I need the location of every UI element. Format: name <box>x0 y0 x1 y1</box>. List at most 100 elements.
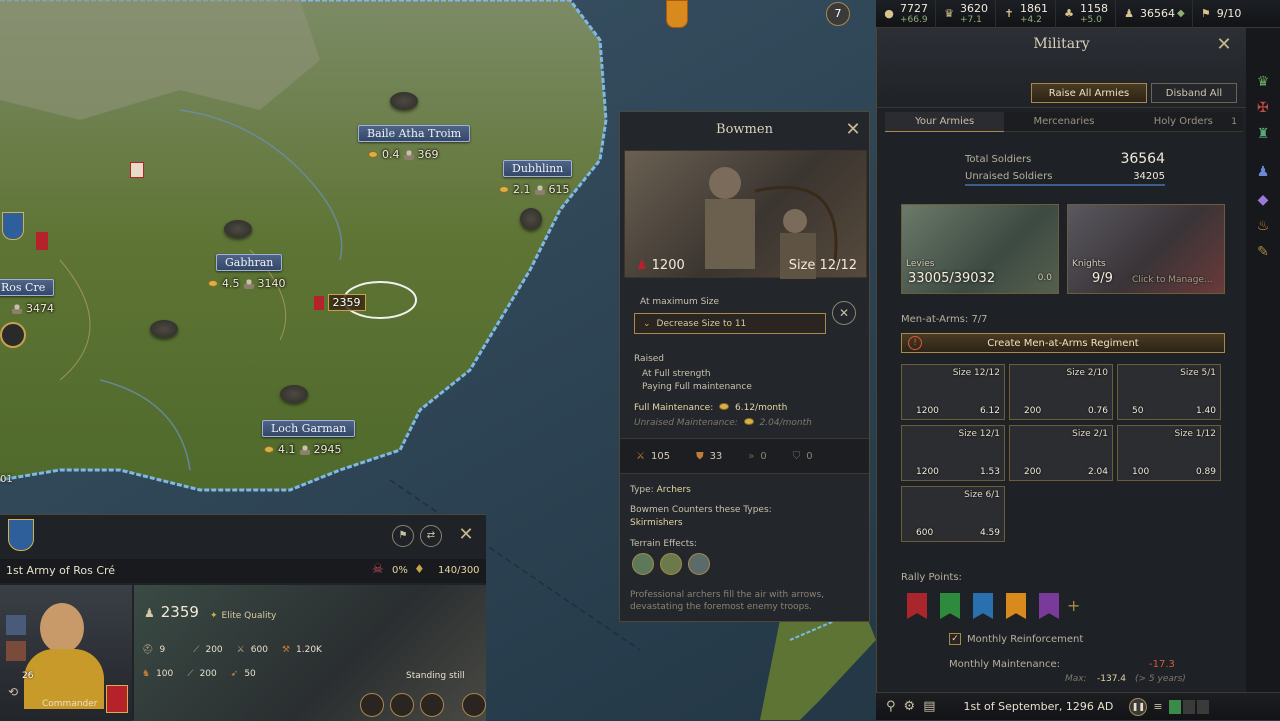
full-maintenance-value: 6.12/month <box>735 403 788 413</box>
tab-mercenaries[interactable]: Mercenaries <box>1004 112 1124 132</box>
intrigue-icon[interactable]: ◆ <box>1255 192 1271 208</box>
regiment-card[interactable]: Size 5/1 50 1.40 <box>1117 364 1221 420</box>
resource-domain[interactable]: ⚑ 9/10 <box>1193 0 1249 28</box>
stat-value: 200 <box>205 645 223 655</box>
disband-army-icon[interactable] <box>462 693 486 717</box>
disband-regiment-icon[interactable]: ✕ <box>832 301 856 325</box>
regiment-card[interactable]: Size 2/1 200 2.04 <box>1009 425 1113 481</box>
merge-army-icon[interactable]: ⇄ <box>420 525 442 547</box>
holding-shield-icon[interactable] <box>0 322 26 348</box>
army-token[interactable]: 2359 <box>314 294 366 311</box>
close-icon[interactable]: ✕ <box>1216 36 1232 54</box>
county-stats: 2.1 615 <box>499 183 570 196</box>
unit-stats-row-1: ⛑ 9 ⟋ 200 ⚔ 600 ⚒ 1.20K <box>142 645 322 655</box>
casualty-value: 0% <box>392 565 408 576</box>
at-max-size-text: At maximum Size <box>640 297 720 307</box>
gold-value: 4.1 <box>278 443 296 456</box>
faith-icon[interactable]: ♜ <box>1255 126 1271 142</box>
holding-icon[interactable] <box>520 208 542 230</box>
reorganize-icon[interactable] <box>420 693 444 717</box>
monthly-maintenance-label: Monthly Maintenance: <box>949 659 1060 670</box>
holding-icon[interactable] <box>280 385 308 403</box>
type-label: Type: <box>630 485 654 495</box>
holding-icon[interactable] <box>150 320 178 338</box>
harp-coat-of-arms-icon[interactable] <box>2 212 24 240</box>
rally-flag-red[interactable] <box>907 593 927 619</box>
commander-coat-of-arms-icon[interactable] <box>106 685 128 713</box>
disband-all-button[interactable]: Disband All <box>1151 83 1237 103</box>
book-icon[interactable]: ▤ <box>923 699 935 714</box>
swap-commander-icon[interactable]: ⟲ <box>8 685 18 699</box>
realm-coat-of-arms-icon[interactable] <box>666 0 688 28</box>
close-icon[interactable]: ✕ <box>845 121 861 139</box>
army-status-text: Standing still <box>406 671 465 681</box>
county-label-ros-cre[interactable]: Ros Cre <box>0 279 55 296</box>
regiment-card[interactable]: Size 2/10 200 0.76 <box>1009 364 1113 420</box>
regiment-card[interactable]: Size 1/12 100 0.89 <box>1117 425 1221 481</box>
terrain-mountains-icon[interactable] <box>688 553 710 575</box>
raised-heading: Raised <box>634 354 665 364</box>
damage-icon: ⚔ <box>636 450 645 462</box>
war-icon[interactable]: ✠ <box>1255 100 1271 116</box>
reinforcement-checkbox[interactable]: ✓ <box>949 633 961 645</box>
add-rally-point-icon[interactable]: + <box>1067 596 1080 615</box>
speed-bar-icon[interactable] <box>1168 699 1181 714</box>
knights-card[interactable]: Knights 9/9 Click to Manage... <box>1067 204 1225 294</box>
county-label-dubhlinn[interactable]: Dubhlinn <box>503 160 573 177</box>
men-at-arms-label: Men-at-Arms: 7/7 <box>901 314 988 325</box>
resource-soldiers[interactable]: ♟ 36564 ◆ <box>1116 0 1193 28</box>
resource-prestige[interactable]: ♛ 3620 +7.1 <box>936 0 996 28</box>
county-label-baile-atha-troim[interactable]: Baile Atha Troim <box>358 125 471 142</box>
rally-flag-blue[interactable] <box>973 593 993 619</box>
tab-holy-orders[interactable]: Holy Orders 1 <box>1123 112 1243 132</box>
close-icon[interactable]: ✕ <box>458 526 474 544</box>
terrain-hills-icon[interactable] <box>632 553 654 575</box>
regiment-card[interactable]: Size 12/1 1200 1.53 <box>901 425 1005 481</box>
decisions-icon[interactable]: ♨ <box>1255 218 1271 234</box>
speed-bar-icon[interactable] <box>1196 699 1209 714</box>
army-strength: 2359 <box>327 294 366 311</box>
gear-icon[interactable]: ⚙ <box>904 699 916 714</box>
holding-icon[interactable] <box>224 220 252 238</box>
search-icon[interactable]: ⚲ <box>886 699 896 714</box>
soldiers-icon: ♟ <box>144 606 155 620</box>
commander-portrait-area[interactable]: 26 ⟲ Commander <box>0 585 132 721</box>
speed-bar-icon[interactable] <box>1182 699 1195 714</box>
full-maintenance-label: Full Maintenance: <box>634 403 714 413</box>
holding-icon[interactable] <box>390 92 418 110</box>
create-maa-button[interactable]: ! Create Men-at-Arms Regiment <box>901 333 1225 353</box>
resource-gold[interactable]: ● 7727 +66.9 <box>876 0 936 28</box>
raise-all-armies-button[interactable]: Raise All Armies <box>1031 83 1147 103</box>
resource-renown[interactable]: ♣ 1158 +5.0 <box>1056 0 1116 28</box>
alert-counter[interactable]: 7 <box>826 2 850 26</box>
stat-value: 200 <box>199 669 217 679</box>
raise-icon[interactable] <box>360 693 384 717</box>
lifestyle-icon[interactable]: ✎ <box>1255 244 1271 260</box>
county-label-gabhran[interactable]: Gabhran <box>216 254 283 271</box>
rally-flag-green[interactable] <box>940 593 960 619</box>
levies-card[interactable]: Levies 33005/39032 0.0 <box>901 204 1059 294</box>
pursuit-icon: » <box>748 450 755 462</box>
shield-icon[interactable] <box>130 162 144 178</box>
quality-icon: ✦ <box>210 611 218 621</box>
regiment-card[interactable]: Size 12/12 1200 6.12 <box>901 364 1005 420</box>
tab-your-armies[interactable]: Your Armies <box>885 112 1005 132</box>
rally-flag-orange[interactable] <box>1006 593 1026 619</box>
crown-icon[interactable]: ♛ <box>1255 74 1271 90</box>
split-army-icon[interactable]: ⚑ <box>392 525 414 547</box>
trait-icon[interactable] <box>6 641 26 661</box>
garrison-icon[interactable] <box>390 693 414 717</box>
resource-piety[interactable]: ✝ 1861 +4.2 <box>996 0 1056 28</box>
decrease-size-button[interactable]: ⌄ Decrease Size to 11 <box>634 313 826 334</box>
trait-icon[interactable] <box>6 615 26 635</box>
county-label-loch-garman[interactable]: Loch Garman <box>262 420 356 437</box>
rally-flag-purple[interactable] <box>1039 593 1059 619</box>
pause-icon[interactable]: ❚❚ <box>1129 697 1148 716</box>
council-icon[interactable]: ♟ <box>1255 164 1271 180</box>
army-name[interactable]: 1st Army of Ros Cré <box>6 564 115 577</box>
regiment-card[interactable]: Size 6/1 600 4.59 <box>901 486 1005 542</box>
levies-cost: 0.0 <box>1037 273 1052 283</box>
realm-coat-of-arms-icon[interactable] <box>8 519 34 551</box>
terrain-forest-icon[interactable] <box>660 553 682 575</box>
speed-icon[interactable]: ≡ <box>1153 700 1162 713</box>
